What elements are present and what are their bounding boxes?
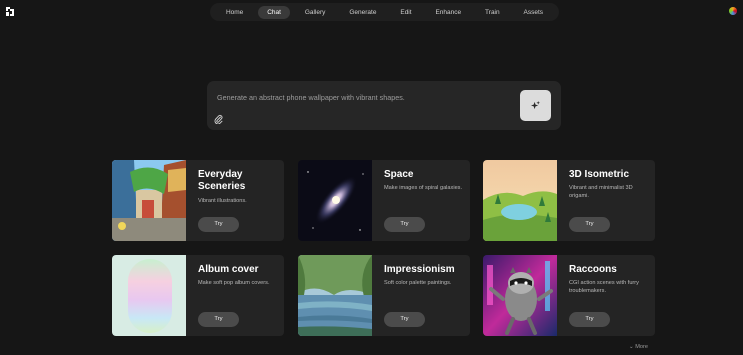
everyday-sceneries-thumbnail xyxy=(112,160,186,241)
card-title: Impressionism xyxy=(384,264,455,275)
nav-home[interactable]: Home xyxy=(217,6,252,19)
card-title: 3D Isometric xyxy=(569,169,630,180)
sparkle-icon xyxy=(531,101,540,110)
more-label: More xyxy=(635,344,648,350)
card-description: Vibrant and minimalist 3D origami. xyxy=(569,185,633,199)
card-title: Everyday Sceneries xyxy=(198,169,246,192)
card-album-cover[interactable]: Album cover Make soft pop album covers. … xyxy=(112,255,284,336)
3d-isometric-thumbnail xyxy=(483,160,557,241)
nav-generate[interactable]: Generate xyxy=(340,6,385,19)
prompt-input[interactable] xyxy=(217,91,507,103)
try-button[interactable]: Try xyxy=(384,312,425,327)
card-space[interactable]: Space Make images of spiral galaxies. Tr… xyxy=(298,160,470,241)
try-button[interactable]: Try xyxy=(198,217,239,232)
try-button[interactable]: Try xyxy=(198,312,239,327)
album-cover-thumbnail xyxy=(112,255,186,336)
nav-enhance[interactable]: Enhance xyxy=(426,6,470,19)
raccoons-thumbnail xyxy=(483,255,557,336)
card-raccoons[interactable]: Raccoons CGI action scenes with furry tr… xyxy=(483,255,655,336)
try-button[interactable]: Try xyxy=(569,312,610,327)
paperclip-icon[interactable] xyxy=(214,114,223,124)
card-title: Album cover xyxy=(198,264,259,275)
card-description: Soft color palette paintings. xyxy=(384,280,452,286)
try-button[interactable]: Try xyxy=(384,217,425,232)
card-description: Vibrant illustrations. xyxy=(198,198,247,204)
top-nav: Home Chat Gallery Generate Edit Enhance … xyxy=(210,3,559,21)
generate-button[interactable] xyxy=(520,90,551,121)
try-button[interactable]: Try xyxy=(569,217,610,232)
card-description: Make images of spiral galaxies. xyxy=(384,185,463,191)
space-thumbnail xyxy=(298,160,372,241)
card-3d-isometric[interactable]: 3D Isometric Vibrant and minimalist 3D o… xyxy=(483,160,655,241)
nav-train[interactable]: Train xyxy=(476,6,509,19)
nav-gallery[interactable]: Gallery xyxy=(296,6,335,19)
card-impressionism[interactable]: Impressionism Soft color palette paintin… xyxy=(298,255,470,336)
more-link[interactable]: ⌄ More xyxy=(629,344,648,350)
nav-chat[interactable]: Chat xyxy=(258,5,290,19)
logo-icon[interactable] xyxy=(5,6,15,17)
nav-assets[interactable]: Assets xyxy=(515,6,553,19)
card-title: Space xyxy=(384,169,414,180)
card-description: Make soft pop album covers. xyxy=(198,280,270,286)
avatar[interactable] xyxy=(729,7,737,15)
card-description: CGI action scenes with furry troublemake… xyxy=(569,280,639,294)
impressionism-thumbnail xyxy=(298,255,372,336)
chevron-down-icon: ⌄ xyxy=(629,344,634,350)
card-everyday-sceneries[interactable]: Everyday Sceneries Vibrant illustrations… xyxy=(112,160,284,241)
card-title: Raccoons xyxy=(569,264,617,275)
prompt-box xyxy=(207,81,561,130)
nav-edit[interactable]: Edit xyxy=(391,6,420,19)
